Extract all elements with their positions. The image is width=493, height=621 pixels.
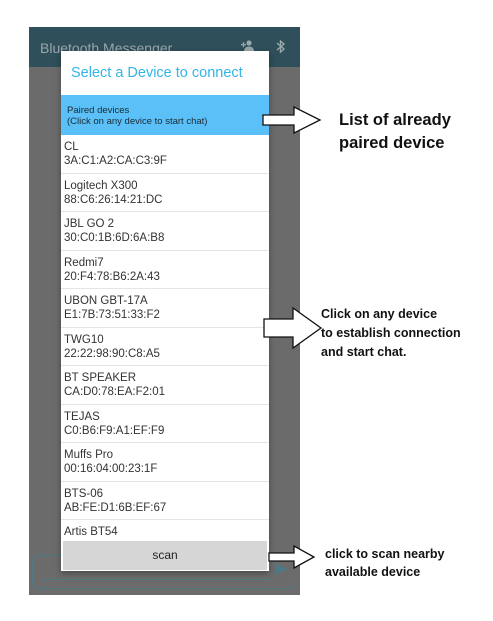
click-device-note: Click on any device to establish connect…	[321, 305, 461, 362]
scan-note: click to scan nearby available device	[325, 545, 445, 581]
device-address: 22:22:98:90:C8:A5	[64, 347, 160, 360]
device-item-twg10[interactable]: TWG10 22:22:98:90:C8:A5	[61, 328, 269, 366]
device-name: TEJAS	[64, 410, 100, 423]
device-name: Artis BT54	[64, 526, 118, 538]
device-name: BTS-06	[64, 487, 103, 500]
device-item-bts-06[interactable]: BTS-06 AB:FE:D1:6B:EF:67	[61, 482, 269, 520]
device-address: CA:D0:78:EA:F2:01	[64, 386, 165, 398]
device-name: Muffs Pro	[64, 449, 113, 461]
paired-header-hint: (Click on any device to start chat)	[67, 116, 208, 127]
device-name: BT SPEAKER	[64, 372, 137, 384]
device-address: C0:B6:F9:A1:EF:F9	[64, 424, 165, 437]
paired-devices-note: List of already paired device	[339, 109, 451, 155]
device-address: AB:FE:D1:6B:EF:67	[64, 501, 167, 514]
device-name: CL	[64, 141, 79, 153]
device-name: UBON GBT-17A	[64, 295, 148, 307]
device-address: 3A:C1:A2:CA:C3:9F	[64, 155, 167, 167]
device-item-muffs-pro[interactable]: Muffs Pro 00:16:04:00:23:1F	[61, 443, 269, 482]
note-line: List of already	[339, 111, 451, 129]
device-name: JBL GO 2	[64, 218, 115, 230]
note-line: to establish connection	[321, 326, 461, 340]
device-item-cl[interactable]: CL 3A:C1:A2:CA:C3:9F	[61, 135, 269, 174]
note-line: and start chat.	[321, 345, 407, 359]
scan-button[interactable]: scan	[63, 541, 267, 570]
device-item-ubon-gbt-17a[interactable]: UBON GBT-17A E1:7B:73:51:33:F2	[61, 289, 269, 328]
device-item-redmi7[interactable]: Redmi7 20:F4:78:B6:2A:43	[61, 251, 269, 289]
device-address: 30:C0:1B:6D:6A:B8	[64, 232, 165, 244]
paired-header-label: Paired devices	[67, 105, 130, 116]
device-item-artis-bt54[interactable]: Artis BT54	[61, 520, 269, 540]
device-item-logitech-x300[interactable]: Logitech X300 88:C6:26:14:21:DC	[61, 174, 269, 212]
device-name: Redmi7	[64, 256, 104, 269]
device-address: E1:7B:73:51:33:F2	[64, 309, 160, 321]
device-item-bt-speaker[interactable]: BT SPEAKER CA:D0:78:EA:F2:01	[61, 366, 269, 405]
input-underline	[41, 579, 271, 580]
device-name: Logitech X300	[64, 179, 138, 192]
device-select-dialog: Select a Device to connect Paired device…	[61, 51, 269, 571]
device-address: 00:16:04:00:23:1F	[64, 463, 158, 475]
device-list[interactable]: CL 3A:C1:A2:CA:C3:9F Logitech X300 88:C6…	[61, 135, 269, 540]
device-item-tejas[interactable]: TEJAS C0:B6:F9:A1:EF:F9	[61, 405, 269, 443]
device-address: 20:F4:78:B6:2A:43	[64, 270, 160, 283]
paired-arrow-icon	[262, 106, 322, 134]
click-arrow-icon	[263, 307, 323, 349]
paired-devices-header: Paired devices (Click on any device to s…	[61, 95, 269, 135]
note-line: paired device	[339, 134, 445, 152]
dialog-title: Select a Device to connect	[71, 65, 243, 81]
bluetooth-icon[interactable]	[276, 39, 286, 57]
scan-arrow-icon	[268, 545, 316, 569]
device-address: 88:C6:26:14:21:DC	[64, 193, 163, 206]
note-line: available device	[325, 565, 421, 579]
note-line: click to scan nearby	[325, 547, 445, 561]
note-line: Click on any device	[321, 307, 438, 321]
device-name: TWG10	[64, 333, 104, 346]
device-item-jbl-go-2[interactable]: JBL GO 2 30:C0:1B:6D:6A:B8	[61, 212, 269, 251]
